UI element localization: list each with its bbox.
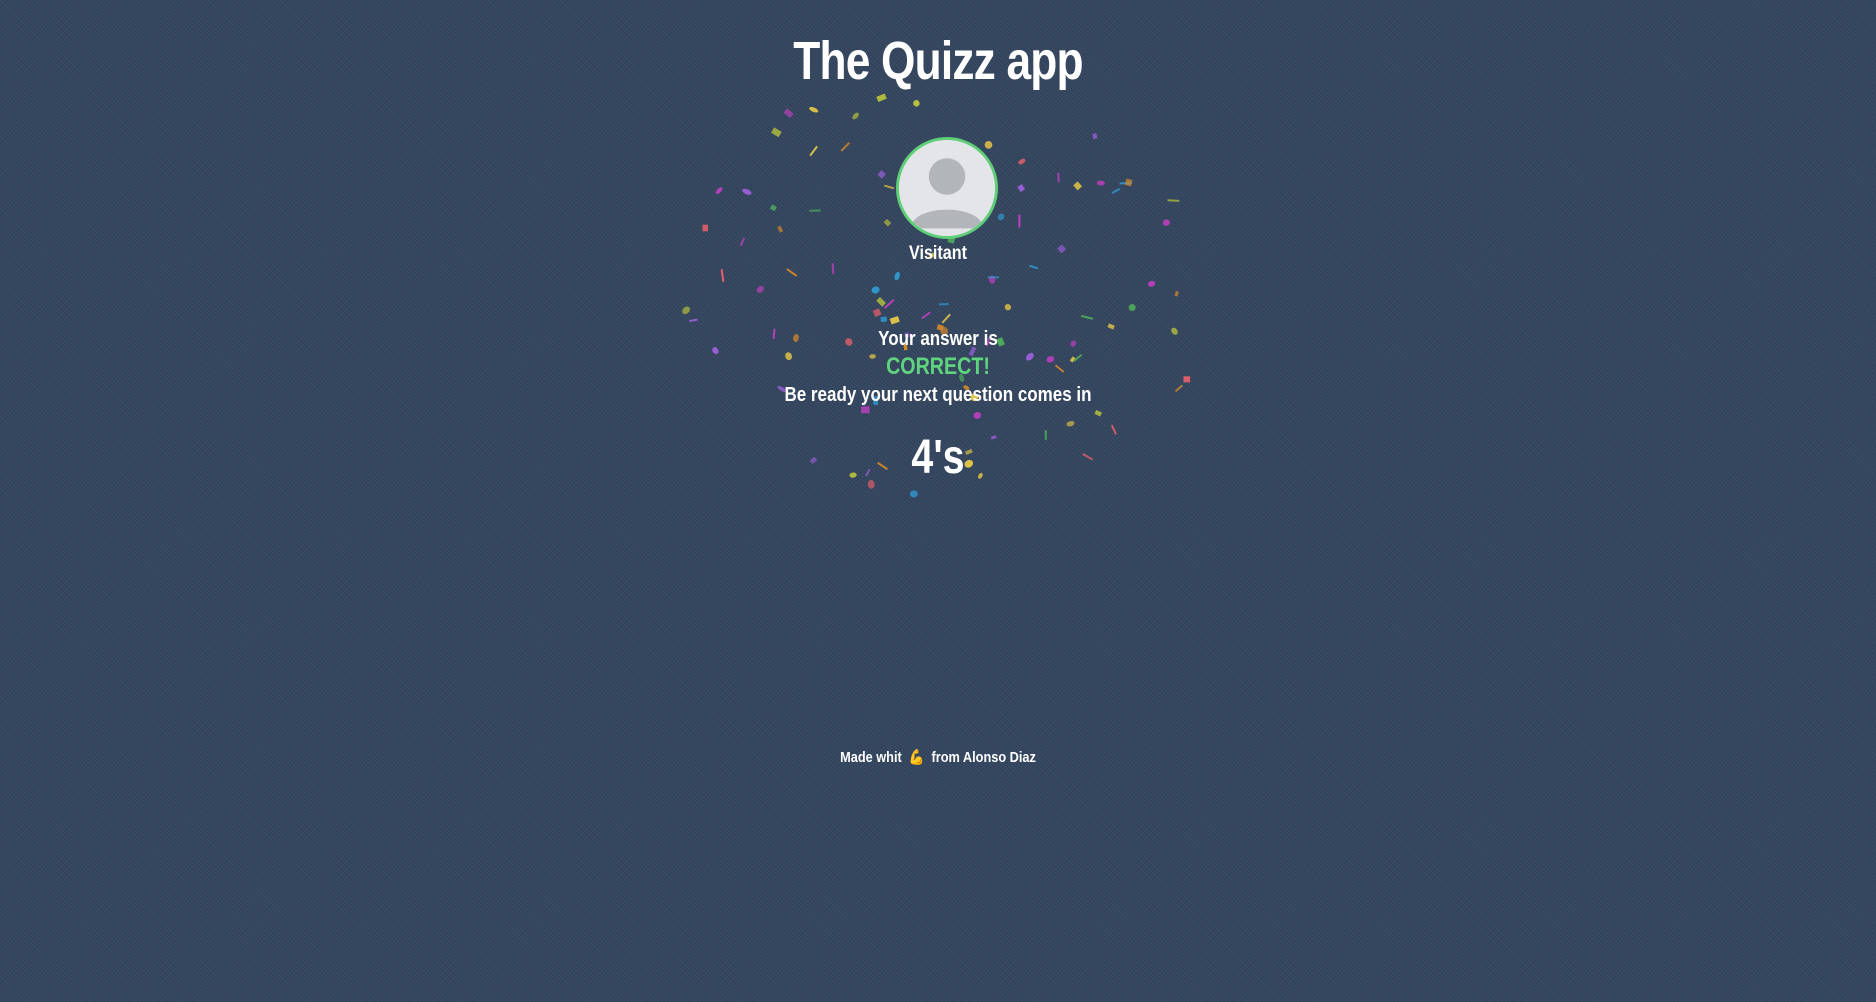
confetti-piece bbox=[840, 141, 851, 152]
confetti-piece bbox=[702, 224, 709, 232]
user-name: Visitant bbox=[908, 243, 968, 264]
confetti-piece bbox=[884, 184, 895, 190]
confetti-piece bbox=[997, 213, 1005, 221]
confetti-piece bbox=[1111, 187, 1121, 195]
confetti-piece bbox=[809, 106, 819, 113]
confetti-piece bbox=[682, 306, 691, 315]
confetti-piece bbox=[756, 285, 764, 293]
user-avatar-icon bbox=[899, 140, 995, 236]
confetti-piece bbox=[872, 308, 882, 318]
confetti-piece bbox=[876, 93, 887, 102]
confetti-piece bbox=[909, 490, 918, 498]
confetti-piece bbox=[938, 303, 949, 306]
confetti-piece bbox=[988, 275, 996, 284]
confetti-piece bbox=[876, 297, 887, 307]
footer-credit: Made whit 💪 from Alonso Diaz bbox=[141, 748, 1736, 766]
footer-prefix: Made whit bbox=[840, 749, 902, 766]
next-question-label: Be ready your next question comes in bbox=[784, 384, 1092, 406]
confetti-piece bbox=[1128, 304, 1136, 311]
confetti-piece bbox=[783, 108, 794, 118]
footer-author: from Alonso Diaz bbox=[931, 749, 1036, 766]
confetti-piece bbox=[880, 316, 887, 323]
confetti-piece bbox=[1119, 182, 1133, 185]
confetti-piece bbox=[921, 311, 931, 320]
confetti-piece bbox=[809, 145, 818, 157]
confetti-piece bbox=[884, 298, 895, 309]
confetti-piece bbox=[809, 209, 821, 212]
confetti-piece bbox=[889, 315, 900, 325]
confetti-piece bbox=[1148, 280, 1156, 287]
confetti-piece bbox=[883, 218, 892, 227]
confetti-piece bbox=[1004, 304, 1012, 311]
confetti-piece bbox=[973, 411, 982, 419]
confetti-piece bbox=[1073, 181, 1083, 191]
confetti-piece bbox=[877, 170, 886, 179]
confetti-piece bbox=[871, 286, 880, 294]
confetti-piece bbox=[1094, 409, 1102, 417]
confetti-piece bbox=[720, 269, 725, 282]
confetti-piece bbox=[1018, 214, 1021, 228]
confetti-piece bbox=[1066, 420, 1075, 427]
confetti-piece bbox=[1162, 219, 1170, 226]
confetti-piece bbox=[1080, 314, 1094, 320]
answer-label: Your answer is bbox=[878, 328, 998, 350]
confetti-piece bbox=[1017, 184, 1026, 193]
confetti-piece bbox=[894, 271, 900, 281]
confetti-piece bbox=[941, 313, 951, 324]
confetti-piece bbox=[786, 268, 798, 277]
answer-status: CORRECT! bbox=[886, 353, 990, 380]
confetti-piece bbox=[1029, 264, 1039, 270]
confetti-piece bbox=[1167, 199, 1180, 202]
user-avatar bbox=[896, 137, 998, 239]
confetti-piece bbox=[1096, 180, 1105, 186]
confetti-piece bbox=[1124, 178, 1133, 187]
confetti-piece bbox=[771, 127, 782, 138]
confetti-piece bbox=[984, 141, 993, 149]
confetti-piece bbox=[715, 187, 723, 195]
confetti-piece bbox=[1092, 133, 1098, 140]
confetti-piece bbox=[1018, 158, 1026, 165]
confetti-piece bbox=[913, 100, 920, 107]
app-title: The Quizz app bbox=[793, 31, 1083, 91]
confetti-piece bbox=[742, 188, 752, 195]
countdown-timer: 4's bbox=[911, 431, 965, 484]
confetti-piece bbox=[852, 112, 859, 120]
confetti-piece bbox=[777, 225, 784, 233]
confetti-piece bbox=[689, 318, 698, 323]
flexed-biceps-icon: 💪 bbox=[908, 749, 925, 766]
confetti-piece bbox=[769, 204, 777, 212]
result-panel: Your answer is CORRECT! Be ready your ne… bbox=[0, 325, 1876, 409]
confetti-piece bbox=[1174, 290, 1179, 297]
confetti-piece bbox=[1057, 172, 1060, 183]
confetti-piece bbox=[987, 276, 1000, 279]
